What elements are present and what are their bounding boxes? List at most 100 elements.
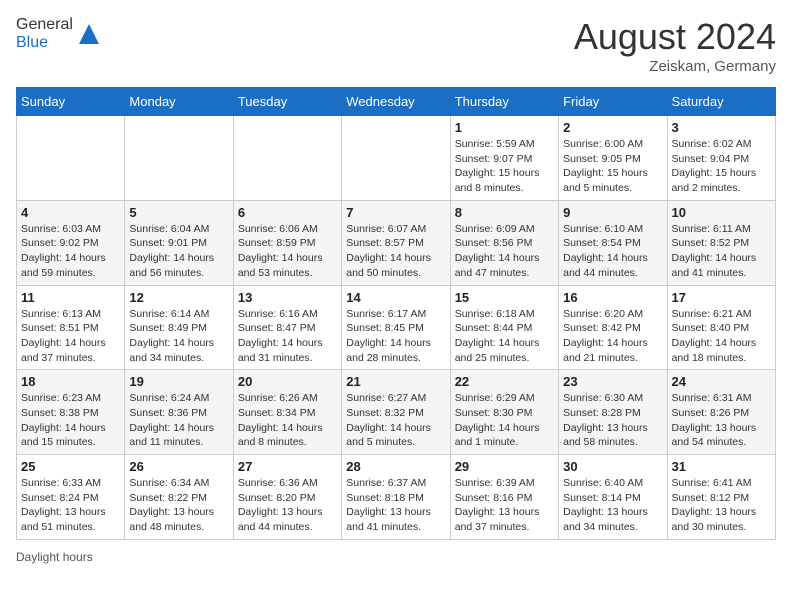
calendar-table: SundayMondayTuesdayWednesdayThursdayFrid…: [16, 87, 776, 540]
calendar-cell: 29 Sunrise: 6:39 AMSunset: 8:16 PMDayligh…: [450, 455, 558, 540]
day-info: Sunrise: 6:09 AMSunset: 8:56 PMDaylight:…: [455, 222, 554, 281]
day-number: 14: [346, 290, 445, 305]
calendar-cell: 28 Sunrise: 6:37 AMSunset: 8:18 PMDayligh…: [342, 455, 450, 540]
calendar-cell: 7 Sunrise: 6:07 AMSunset: 8:57 PMDaylight…: [342, 200, 450, 285]
day-number: 12: [129, 290, 228, 305]
day-info: Sunrise: 6:23 AMSunset: 8:38 PMDaylight:…: [21, 391, 120, 450]
day-number: 28: [346, 459, 445, 474]
calendar-cell: 4 Sunrise: 6:03 AMSunset: 9:02 PMDaylight…: [17, 200, 125, 285]
day-number: 15: [455, 290, 554, 305]
day-number: 16: [563, 290, 662, 305]
day-number: 17: [672, 290, 771, 305]
day-info: Sunrise: 6:29 AMSunset: 8:30 PMDaylight:…: [455, 391, 554, 450]
day-info: Sunrise: 6:33 AMSunset: 8:24 PMDaylight:…: [21, 476, 120, 535]
day-info: Sunrise: 6:18 AMSunset: 8:44 PMDaylight:…: [455, 307, 554, 366]
day-info: Sunrise: 6:03 AMSunset: 9:02 PMDaylight:…: [21, 222, 120, 281]
day-info: Sunrise: 6:13 AMSunset: 8:51 PMDaylight:…: [21, 307, 120, 366]
calendar-cell: 5 Sunrise: 6:04 AMSunset: 9:01 PMDaylight…: [125, 200, 233, 285]
calendar-cell: 27Sunrise: 6:36 AMSunset: 8:20 PMDayligh…: [233, 455, 341, 540]
weekday-header: Thursday: [450, 88, 558, 116]
calendar-cell: 3 Sunrise: 6:02 AMSunset: 9:04 PMDaylight…: [667, 116, 775, 201]
calendar-cell: 12 Sunrise: 6:14 AMSunset: 8:49 PMDayligh…: [125, 285, 233, 370]
day-info: Sunrise: 6:34 AMSunset: 8:22 PMDaylight:…: [129, 476, 228, 535]
logo-blue-text: Blue: [16, 34, 48, 51]
day-number: 20: [238, 374, 337, 389]
calendar-cell: 31Sunrise: 6:41 AMSunset: 8:12 PMDayligh…: [667, 455, 775, 540]
day-number: 23: [563, 374, 662, 389]
day-info: Sunrise: 6:36 AMSunset: 8:20 PMDaylight:…: [238, 476, 337, 535]
calendar-cell: 10 Sunrise: 6:11 AMSunset: 8:52 PMDayligh…: [667, 200, 775, 285]
day-number: 24: [672, 374, 771, 389]
day-number: 18: [21, 374, 120, 389]
calendar-cell: 24Sunrise: 6:31 AMSunset: 8:26 PMDayligh…: [667, 370, 775, 455]
day-number: 1: [455, 120, 554, 135]
day-number: 7: [346, 205, 445, 220]
day-info: Sunrise: 6:17 AMSunset: 8:45 PMDaylight:…: [346, 307, 445, 366]
day-number: 25: [21, 459, 120, 474]
calendar-cell: 22 Sunrise: 6:29 AMSunset: 8:30 PMDayligh…: [450, 370, 558, 455]
calendar-week-row: 11 Sunrise: 6:13 AMSunset: 8:51 PMDayligh…: [17, 285, 776, 370]
title-block: August 2024 Zeiskam, Germany: [574, 16, 776, 75]
day-number: 6: [238, 205, 337, 220]
day-info: Sunrise: 6:27 AMSunset: 8:32 PMDaylight:…: [346, 391, 445, 450]
day-info: Sunrise: 6:39 AMSunset: 8:16 PMDaylight:…: [455, 476, 554, 535]
weekday-header: Saturday: [667, 88, 775, 116]
calendar-cell: 30Sunrise: 6:40 AMSunset: 8:14 PMDayligh…: [559, 455, 667, 540]
calendar-cell: 18 Sunrise: 6:23 AMSunset: 8:38 PMDayligh…: [17, 370, 125, 455]
day-number: 22: [455, 374, 554, 389]
day-info: Sunrise: 6:07 AMSunset: 8:57 PMDaylight:…: [346, 222, 445, 281]
day-info: Sunrise: 6:30 AMSunset: 8:28 PMDaylight:…: [563, 391, 662, 450]
calendar-cell: 23 Sunrise: 6:30 AMSunset: 8:28 PMDayligh…: [559, 370, 667, 455]
month-year-title: August 2024: [574, 16, 776, 58]
weekday-header: Monday: [125, 88, 233, 116]
footer: Daylight hours: [16, 550, 776, 564]
logo-icon: [75, 20, 103, 48]
calendar-cell: 11 Sunrise: 6:13 AMSunset: 8:51 PMDayligh…: [17, 285, 125, 370]
location-subtitle: Zeiskam, Germany: [574, 58, 776, 75]
day-number: 29: [455, 459, 554, 474]
weekday-header: Sunday: [17, 88, 125, 116]
day-number: 3: [672, 120, 771, 135]
day-info: Sunrise: 6:06 AMSunset: 8:59 PMDaylight:…: [238, 222, 337, 281]
day-info: Sunrise: 6:41 AMSunset: 8:12 PMDaylight:…: [672, 476, 771, 535]
calendar-cell: 2Sunrise: 6:00 AMSunset: 9:05 PMDaylight…: [559, 116, 667, 201]
day-info: Sunrise: 6:40 AMSunset: 8:14 PMDaylight:…: [563, 476, 662, 535]
calendar-cell: 1 Sunrise: 5:59 AMSunset: 9:07 PMDaylight…: [450, 116, 558, 201]
day-number: 4: [21, 205, 120, 220]
calendar-cell: 9 Sunrise: 6:10 AMSunset: 8:54 PMDaylight…: [559, 200, 667, 285]
day-info: Sunrise: 6:24 AMSunset: 8:36 PMDaylight:…: [129, 391, 228, 450]
calendar-cell: [125, 116, 233, 201]
day-info: Sunrise: 6:02 AMSunset: 9:04 PMDaylight:…: [672, 137, 771, 196]
calendar-cell: 13Sunrise: 6:16 AMSunset: 8:47 PMDayligh…: [233, 285, 341, 370]
day-info: Sunrise: 6:11 AMSunset: 8:52 PMDaylight:…: [672, 222, 771, 281]
day-number: 10: [672, 205, 771, 220]
weekday-header: Wednesday: [342, 88, 450, 116]
day-number: 8: [455, 205, 554, 220]
calendar-cell: 16Sunrise: 6:20 AMSunset: 8:42 PMDayligh…: [559, 285, 667, 370]
day-info: Sunrise: 6:04 AMSunset: 9:01 PMDaylight:…: [129, 222, 228, 281]
daylight-hours-label: Daylight hours: [16, 550, 93, 564]
calendar-cell: [17, 116, 125, 201]
calendar-week-row: 18 Sunrise: 6:23 AMSunset: 8:38 PMDayligh…: [17, 370, 776, 455]
page-header: General Blue August 2024 Zeiskam, German…: [16, 16, 776, 75]
day-info: Sunrise: 6:37 AMSunset: 8:18 PMDaylight:…: [346, 476, 445, 535]
calendar-cell: 20Sunrise: 6:26 AMSunset: 8:34 PMDayligh…: [233, 370, 341, 455]
day-info: Sunrise: 6:21 AMSunset: 8:40 PMDaylight:…: [672, 307, 771, 366]
day-number: 9: [563, 205, 662, 220]
weekday-header-row: SundayMondayTuesdayWednesdayThursdayFrid…: [17, 88, 776, 116]
calendar-week-row: 25 Sunrise: 6:33 AMSunset: 8:24 PMDayligh…: [17, 455, 776, 540]
day-info: Sunrise: 5:59 AMSunset: 9:07 PMDaylight:…: [455, 137, 554, 196]
day-number: 19: [129, 374, 228, 389]
day-number: 13: [238, 290, 337, 305]
calendar-cell: 17 Sunrise: 6:21 AMSunset: 8:40 PMDayligh…: [667, 285, 775, 370]
day-number: 5: [129, 205, 228, 220]
day-number: 26: [129, 459, 228, 474]
logo-general-text: General: [16, 16, 73, 33]
day-info: Sunrise: 6:00 AMSunset: 9:05 PMDaylight:…: [563, 137, 662, 196]
calendar-cell: 21Sunrise: 6:27 AMSunset: 8:32 PMDayligh…: [342, 370, 450, 455]
day-info: Sunrise: 6:14 AMSunset: 8:49 PMDaylight:…: [129, 307, 228, 366]
weekday-header: Friday: [559, 88, 667, 116]
day-number: 11: [21, 290, 120, 305]
day-info: Sunrise: 6:10 AMSunset: 8:54 PMDaylight:…: [563, 222, 662, 281]
calendar-cell: [233, 116, 341, 201]
